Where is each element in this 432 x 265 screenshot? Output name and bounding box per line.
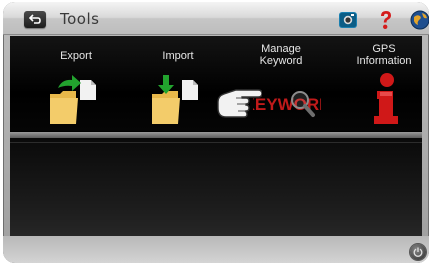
row-separator bbox=[10, 142, 422, 143]
help-question-icon[interactable] bbox=[375, 9, 397, 31]
import-folder-icon bbox=[152, 75, 198, 124]
tools-panel: Export Import Manage Keyword EYWOR GPS I… bbox=[10, 36, 422, 236]
manage-keyword-label-line2: Keyword bbox=[259, 55, 303, 67]
power-button[interactable] bbox=[410, 244, 426, 260]
export-label: Export bbox=[60, 50, 92, 62]
globe-icon[interactable] bbox=[409, 9, 429, 31]
bottom-bar bbox=[3, 236, 429, 263]
pointing-hand-icon bbox=[217, 89, 262, 118]
import-label: Import bbox=[162, 50, 194, 62]
manage-keyword-label-line1: Manage bbox=[261, 43, 301, 55]
gps-information-label-line1: GPS bbox=[372, 43, 396, 55]
gps-information-tool-button[interactable]: GPS Information bbox=[334, 36, 429, 131]
gps-information-label-line2: Information bbox=[356, 55, 412, 67]
tools-screen: Tools Export Import Manage Keyword EYWOR… bbox=[3, 2, 429, 263]
info-icon bbox=[374, 73, 398, 124]
back-arrow-icon bbox=[29, 14, 41, 24]
export-tool-button[interactable]: Export bbox=[26, 36, 126, 131]
gps-information-label: GPS Information bbox=[334, 43, 429, 67]
keyword-icon: KEYWORD bbox=[253, 91, 321, 117]
camera-icon[interactable] bbox=[337, 9, 359, 31]
import-tool-button[interactable]: Import bbox=[128, 36, 228, 131]
manage-keyword-label: Manage Keyword bbox=[231, 43, 331, 67]
power-icon bbox=[413, 247, 423, 257]
empty-tools-row bbox=[10, 138, 422, 236]
page-title: Tools bbox=[60, 10, 100, 28]
tools-row: Export Import Manage Keyword EYWOR GPS I… bbox=[10, 36, 422, 131]
back-button[interactable] bbox=[24, 11, 46, 28]
title-bar: Tools bbox=[3, 2, 429, 35]
export-folder-icon bbox=[50, 75, 96, 124]
